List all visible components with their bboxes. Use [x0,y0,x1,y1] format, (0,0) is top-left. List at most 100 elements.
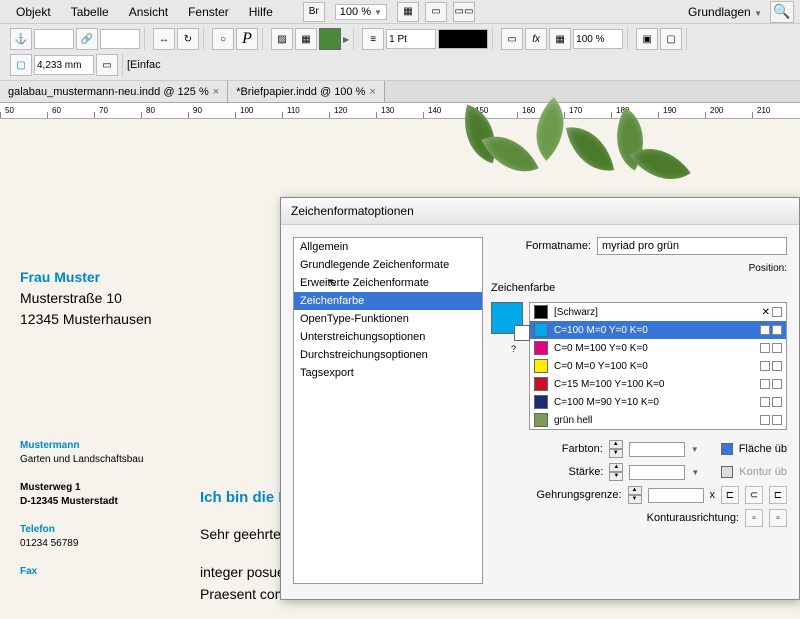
miter-spinner[interactable]: ▲▼ [628,486,642,504]
company-name: Mustermann [20,439,143,453]
workspace-selector[interactable]: Grundlagen ▼ [688,5,762,19]
stroke-weight-icon[interactable]: ≡ [362,28,384,50]
effects-icon[interactable]: ▭ [501,28,523,50]
join-miter-icon[interactable]: ⊏ [721,486,739,504]
menu-objekt[interactable]: Objekt [6,5,61,19]
zoom-level[interactable]: 100 % ▼ [335,4,387,20]
join-bevel-icon[interactable]: ⊏ [769,486,787,504]
character-style-dialog: Zeichenformatoptionen Allgemein Grundleg… [280,197,800,600]
type-icon [772,397,782,407]
sender-block: Mustermann Garten und Landschaftsbau Mus… [20,439,143,579]
recipient-city: 12345 Musterhausen [20,309,152,330]
type-icon [760,361,770,371]
tab-2[interactable]: *Briefpapier.indd @ 100 %× [228,81,385,102]
align-center-icon[interactable]: ▫ [745,509,763,527]
flip-icon[interactable]: ↔ [153,28,175,50]
list-item-basic[interactable]: Grundlegende Zeichenformate [294,256,482,274]
recipient-street: Musterstraße 10 [20,288,152,309]
tint-input[interactable] [629,442,685,457]
type-icon [760,379,770,389]
tint-spinner[interactable]: ▲▼ [609,440,623,458]
type-icon [772,343,782,353]
bridge-icon[interactable]: Br [303,2,325,22]
swatch-row[interactable]: grün hell [530,411,786,429]
link-icon[interactable]: 🔗 [76,28,98,50]
address-block: Frau Muster Musterstraße 10 12345 Muster… [20,267,152,330]
swatch-row[interactable]: [Schwarz]✕ [530,303,786,321]
list-item-advanced[interactable]: Erweiterte Zeichenformate↖ [294,274,482,292]
anchor-icon[interactable]: ⚓ [10,28,32,50]
miter-input[interactable] [648,488,704,503]
none-icon: ✕ [762,307,770,318]
stroke-style[interactable] [438,29,488,49]
category-list[interactable]: Allgemein Grundlegende Zeichenformate Er… [293,237,483,584]
swatch-row[interactable]: C=0 M=100 Y=0 K=0 [530,339,786,357]
weight-input[interactable] [629,465,685,480]
weight-label: Stärke: [569,466,604,478]
rotate-icon[interactable]: ↻ [177,28,199,50]
menu-fenster[interactable]: Fenster [178,5,239,19]
align-icon[interactable]: ▭ [96,54,118,76]
position-label: Position: [749,263,787,274]
list-item-strikethrough[interactable]: Durchstreichungsoptionen [294,346,482,364]
fill-color-swatch[interactable] [319,28,341,50]
fill-overprint-label: Fläche üb [739,443,787,455]
company-subtitle: Garten und Landschaftsbau [20,453,143,467]
align-inside-icon[interactable]: ▫ [769,509,787,527]
swatch-row[interactable]: C=100 M=0 Y=0 K=0 [530,321,786,339]
menubar: Objekt Tabelle Ansicht Fenster Hilfe Br … [0,0,800,24]
weight-spinner[interactable]: ▲▼ [609,463,623,481]
help-icon[interactable]: ? [511,344,523,354]
fill-preview[interactable] [491,302,523,334]
opacity-icon[interactable]: ▦ [549,28,571,50]
screen-mode-icon[interactable]: ▭ [425,2,447,22]
menu-hilfe[interactable]: Hilfe [239,5,283,19]
dimension-input[interactable] [34,55,94,75]
tab-1[interactable]: galabau_mustermann-neu.indd @ 125 %× [0,81,228,102]
align-label: Konturausrichtung: [647,512,739,524]
pattern-icon[interactable]: ▦ [295,28,317,50]
w-input[interactable] [100,29,140,49]
fill-overprint-checkbox[interactable] [721,443,733,455]
search-icon[interactable]: 🔍 [770,1,794,23]
fx-icon[interactable]: fx [525,28,547,50]
stroke-overprint-checkbox[interactable] [721,466,733,478]
dialog-title: Zeichenformatoptionen [281,198,799,225]
section-title: Zeichenfarbe [491,282,787,294]
swatch-row[interactable]: C=100 M=90 Y=10 K=0 [530,393,786,411]
menu-tabelle[interactable]: Tabelle [61,5,119,19]
dropdown-icon[interactable]: ▼ [691,468,699,477]
swatch-row[interactable]: C=15 M=100 Y=100 K=0 [530,375,786,393]
swatch-list[interactable]: [Schwarz]✕ C=100 M=0 Y=0 K=0 C=0 M=100 Y… [529,302,787,430]
close-icon[interactable]: × [213,86,219,98]
x-input[interactable] [34,29,74,49]
type-tool-icon[interactable]: P [236,28,258,50]
stroke-weight-input[interactable] [386,29,436,49]
opacity-input[interactable] [573,29,623,49]
frame-icon[interactable]: ▢ [10,54,32,76]
text-wrap-icon[interactable]: ▣ [636,28,658,50]
gradient-icon[interactable]: ▨ [271,28,293,50]
list-item-color[interactable]: Zeichenfarbe [294,292,482,310]
type-icon [772,379,782,389]
arrange-icon[interactable]: ▭▭ [453,2,475,22]
menu-ansicht[interactable]: Ansicht [119,5,178,19]
list-item-general[interactable]: Allgemein [294,238,482,256]
fill-dropdown-icon[interactable]: ▶ [343,35,349,44]
view-options-icon[interactable]: ▦ [397,2,419,22]
fitting-icon[interactable]: ▢ [660,28,682,50]
sender-street: Musterweg 1 [20,481,143,495]
list-item-underline[interactable]: Unterstreichungsoptionen [294,328,482,346]
pathfinder-icon[interactable]: ○ [212,28,234,50]
format-name-input[interactable] [597,237,787,255]
x-label: x [710,489,716,501]
swatch-row[interactable]: C=0 M=0 Y=100 K=0 [530,357,786,375]
cursor-icon: ↖ [328,276,337,289]
dropdown-icon[interactable]: ▼ [691,445,699,454]
join-round-icon[interactable]: ⊂ [745,486,763,504]
list-item-opentype[interactable]: OpenType-Funktionen [294,310,482,328]
type-icon [760,415,770,425]
close-icon[interactable]: × [369,86,375,98]
phone-label: Telefon [20,523,143,537]
list-item-tagexport[interactable]: Tagsexport [294,364,482,382]
